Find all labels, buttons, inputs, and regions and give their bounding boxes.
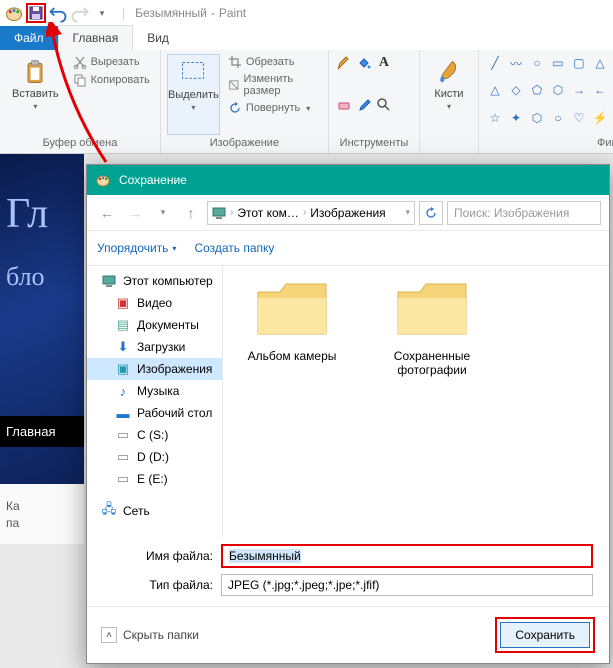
app-title: Paint bbox=[219, 6, 246, 20]
quick-access-toolbar: ▾ bbox=[4, 3, 112, 23]
eraser-icon[interactable] bbox=[335, 96, 353, 114]
save-highlight-box: Сохранить bbox=[495, 617, 595, 653]
app-icon bbox=[4, 3, 24, 23]
crop-label: Обрезать bbox=[246, 56, 295, 68]
tab-file[interactable]: Файл bbox=[0, 26, 58, 50]
brushes-label: Кисти bbox=[434, 88, 463, 100]
folder-camera-label: Альбом камеры bbox=[237, 349, 347, 363]
brushes-button[interactable]: Кисти ▾ bbox=[426, 54, 472, 135]
save-icon[interactable] bbox=[26, 3, 46, 23]
paste-label: Вставить bbox=[12, 88, 59, 100]
crop-button[interactable]: Обрезать bbox=[224, 54, 322, 70]
tree-videos[interactable]: ▣Видео bbox=[87, 292, 222, 314]
tree-music[interactable]: ♪Музыка bbox=[87, 380, 222, 402]
refresh-button[interactable] bbox=[419, 201, 443, 225]
nav-tree: Этот компьютер ▣Видео ▤Документы ⬇Загруз… bbox=[87, 266, 223, 538]
resize-label: Изменить размер bbox=[244, 73, 318, 97]
hide-folders-button[interactable]: ˄ Скрыть папки bbox=[101, 627, 485, 643]
folder-saved[interactable]: Сохраненные фотографии bbox=[377, 280, 487, 377]
canvas-text-2: бло bbox=[6, 262, 45, 292]
cut-label: Вырезать bbox=[91, 56, 140, 68]
text-icon[interactable]: A bbox=[375, 54, 393, 72]
filename-input[interactable]: Безымянный bbox=[221, 544, 593, 568]
undo-icon[interactable] bbox=[48, 3, 68, 23]
group-image-label: Изображение bbox=[167, 135, 322, 151]
dialog-footer: ˄ Скрыть папки Сохранить bbox=[87, 606, 609, 663]
filetype-select[interactable]: JPEG (*.jpg;*.jpeg;*.jpe;*.jfif) bbox=[221, 574, 593, 596]
tree-pictures[interactable]: ▣Изображения bbox=[87, 358, 222, 380]
document-title: Безымянный bbox=[135, 6, 207, 20]
up-button[interactable]: ↑ bbox=[179, 201, 203, 225]
rotate-button[interactable]: Повернуть ▾ bbox=[224, 100, 322, 116]
select-label: Выделить bbox=[168, 89, 219, 101]
picker-icon[interactable] bbox=[355, 96, 373, 114]
pc-icon bbox=[212, 206, 226, 220]
tree-documents[interactable]: ▤Документы bbox=[87, 314, 222, 336]
tab-view[interactable]: Вид bbox=[133, 26, 183, 50]
redo-icon[interactable] bbox=[70, 3, 90, 23]
group-shapes: ╱〰○▭▢△◇ △◇⬠⬡→←↑ ☆✦⬡○♡⚡☁ Фигур bbox=[479, 50, 613, 153]
copy-label: Копировать bbox=[91, 74, 150, 86]
filename-label: Имя файла: bbox=[139, 549, 213, 563]
dialog-toolbar: Упорядочить ▾ Создать папку bbox=[87, 231, 609, 265]
tree-downloads[interactable]: ⬇Загрузки bbox=[87, 336, 222, 358]
ribbon: Вставить ▾ Вырезать Копировать Буфер обм… bbox=[0, 50, 613, 154]
crumb-pc[interactable]: Этот ком… bbox=[237, 206, 299, 220]
group-tools-label: Инструменты bbox=[335, 135, 413, 151]
chevron-up-icon: ˄ bbox=[101, 627, 117, 643]
pencil-icon[interactable] bbox=[335, 54, 353, 72]
file-fields: Имя файла: Безымянный Тип файла: JPEG (*… bbox=[87, 538, 609, 606]
dialog-title: Сохранение bbox=[119, 173, 187, 187]
search-placeholder: Поиск: Изображения bbox=[454, 206, 569, 220]
tab-home[interactable]: Главная bbox=[58, 25, 134, 50]
filetype-label: Тип файла: bbox=[139, 578, 213, 592]
group-image: Выделить ▾ Обрезать Изменить размер Пове… bbox=[161, 50, 329, 153]
group-tools: A Инструменты bbox=[329, 50, 420, 153]
tab-strip: Файл Главная Вид bbox=[0, 26, 613, 50]
tree-this-pc[interactable]: Этот компьютер bbox=[87, 270, 222, 292]
select-button[interactable]: Выделить ▾ bbox=[167, 54, 220, 135]
search-input[interactable]: Поиск: Изображения bbox=[447, 201, 601, 225]
canvas-bottom: Ка па bbox=[0, 484, 84, 544]
cut-button[interactable]: Вырезать bbox=[69, 54, 154, 70]
tree-drive-c[interactable]: ▭C (S:) bbox=[87, 424, 222, 446]
tree-drive-e[interactable]: ▭E (E:) bbox=[87, 468, 222, 490]
group-shapes-label: Фигур bbox=[485, 135, 613, 151]
tools-grid: A bbox=[335, 54, 413, 135]
tree-drive-d[interactable]: ▭D (D:) bbox=[87, 446, 222, 468]
organize-button[interactable]: Упорядочить ▾ bbox=[97, 241, 176, 255]
save-button[interactable]: Сохранить bbox=[500, 622, 590, 648]
save-dialog: Сохранение ← → ▾ ↑ › Этот ком… › Изображ… bbox=[86, 164, 610, 664]
recent-dropdown[interactable]: ▾ bbox=[151, 201, 175, 225]
tree-desktop[interactable]: ▬Рабочий стол bbox=[87, 402, 222, 424]
folder-camera[interactable]: Альбом камеры bbox=[237, 280, 347, 363]
dialog-body: Этот компьютер ▣Видео ▤Документы ⬇Загруз… bbox=[87, 265, 609, 538]
copy-button[interactable]: Копировать bbox=[69, 72, 154, 88]
shapes-grid[interactable]: ╱〰○▭▢△◇ △◇⬠⬡→←↑ ☆✦⬡○♡⚡☁ bbox=[485, 54, 613, 135]
group-clipboard-label: Буфер обмена bbox=[6, 135, 154, 151]
magnifier-icon[interactable] bbox=[375, 96, 393, 114]
crumb-pictures[interactable]: Изображения bbox=[310, 206, 385, 220]
tree-network[interactable]: 🖧Сеть bbox=[87, 500, 222, 522]
paste-button[interactable]: Вставить ▾ bbox=[6, 54, 65, 135]
forward-button[interactable]: → bbox=[123, 201, 147, 225]
titlebar: ▾ | Безымянный - Paint bbox=[0, 0, 613, 26]
new-folder-button[interactable]: Создать папку bbox=[194, 241, 274, 255]
paint-icon bbox=[95, 172, 111, 188]
canvas-image[interactable]: Гл бло Главная Ка па bbox=[0, 154, 84, 544]
folder-saved-label: Сохраненные фотографии bbox=[377, 349, 487, 377]
canvas-nav: Главная bbox=[0, 416, 84, 447]
dialog-titlebar[interactable]: Сохранение bbox=[87, 165, 609, 195]
back-button[interactable]: ← bbox=[95, 201, 119, 225]
group-brushes: Кисти ▾ bbox=[420, 50, 479, 153]
dialog-nav: ← → ▾ ↑ › Этот ком… › Изображения ▾ Поис… bbox=[87, 195, 609, 231]
rotate-label: Повернуть bbox=[246, 102, 300, 114]
folder-view[interactable]: Альбом камеры Сохраненные фотографии bbox=[223, 266, 609, 538]
canvas-text-1: Гл bbox=[6, 190, 48, 238]
breadcrumb[interactable]: › Этот ком… › Изображения ▾ bbox=[207, 201, 415, 225]
resize-button[interactable]: Изменить размер bbox=[224, 72, 322, 98]
qat-dropdown-icon[interactable]: ▾ bbox=[92, 3, 112, 23]
fill-icon[interactable] bbox=[355, 54, 373, 72]
group-clipboard: Вставить ▾ Вырезать Копировать Буфер обм… bbox=[0, 50, 161, 153]
